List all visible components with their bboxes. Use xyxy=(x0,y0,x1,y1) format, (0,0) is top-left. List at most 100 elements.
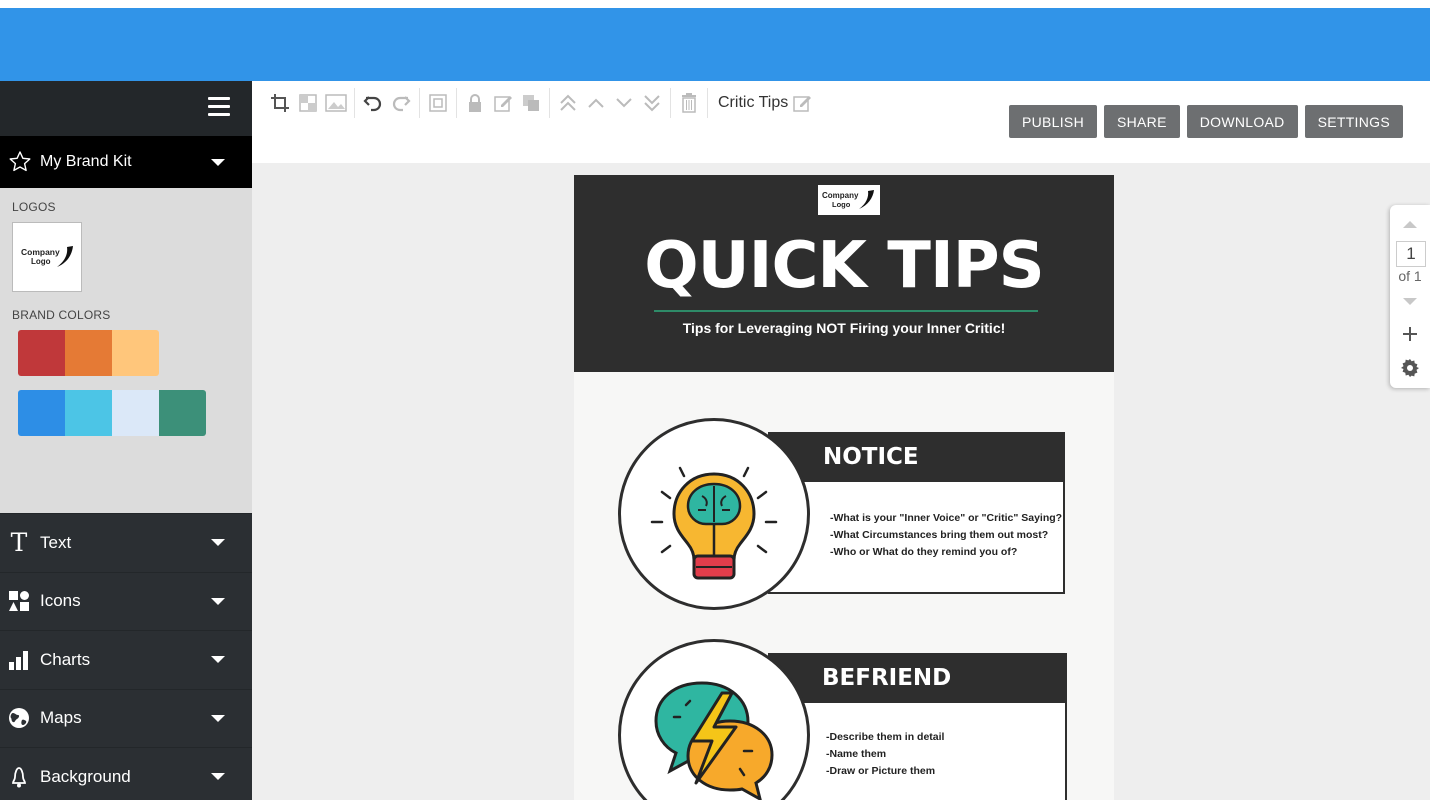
chart-icon xyxy=(8,649,30,671)
trash-icon[interactable] xyxy=(675,91,703,115)
group-icon[interactable] xyxy=(424,91,452,115)
sidebar: My Brand Kit LOGOS Company Logo BRAND CO… xyxy=(0,81,252,800)
chevron-down-icon xyxy=(211,656,225,664)
color-swatch[interactable] xyxy=(65,330,112,376)
publish-button[interactable]: PUBLISH xyxy=(1008,105,1097,138)
top-white-strip xyxy=(0,0,1430,8)
send-backward-icon[interactable] xyxy=(610,91,638,115)
editor-toolbar: Critic Tips PUBLISH SHARE DOWNLOAD SETTI… xyxy=(252,81,1430,163)
logos-label: LOGOS xyxy=(12,200,56,214)
toolbar-separator xyxy=(354,88,355,118)
toolbar-separator xyxy=(419,88,420,118)
sidebar-item-label: Maps xyxy=(40,708,82,728)
tool-icons-group: Critic Tips xyxy=(266,88,816,118)
color-swatch[interactable] xyxy=(65,390,112,436)
company-logo: Company Logo xyxy=(21,246,73,267)
tip-heading[interactable]: NOTICE xyxy=(768,432,1065,482)
tip-card-notice[interactable]: NOTICE -What is your "Inner Voice" or "C… xyxy=(618,418,1068,618)
app-header-bar xyxy=(0,8,1430,81)
brand-colors-row-1 xyxy=(18,330,159,376)
color-swatch[interactable] xyxy=(18,330,65,376)
toolbar-separator xyxy=(456,88,457,118)
gear-icon[interactable] xyxy=(1401,359,1419,377)
infographic-page[interactable]: Company Logo QUICK TIPS Tips for Leverag… xyxy=(574,175,1114,800)
tip-body[interactable]: -Describe them in detail -Name them -Dra… xyxy=(768,703,1067,800)
sidebar-item-label: Icons xyxy=(40,591,81,611)
chevron-down-icon xyxy=(211,773,225,781)
speech-bubbles-lightning-icon xyxy=(654,681,774,800)
sidebar-header xyxy=(0,81,252,136)
tip-heading[interactable]: BEFRIEND xyxy=(768,653,1067,703)
toolbar-separator xyxy=(670,88,671,118)
bring-forward-icon[interactable] xyxy=(582,91,610,115)
infographic-header[interactable]: Company Logo QUICK TIPS Tips for Leverag… xyxy=(574,175,1114,372)
star-icon xyxy=(9,151,31,172)
color-swatch[interactable] xyxy=(18,390,65,436)
color-swatch[interactable] xyxy=(112,390,159,436)
page-number-input[interactable]: 1 xyxy=(1396,241,1426,267)
page-count: of 1 xyxy=(1398,268,1422,284)
download-button[interactable]: DOWNLOAD xyxy=(1186,105,1298,138)
bucket-icon xyxy=(8,766,30,788)
redo-icon[interactable] xyxy=(387,91,415,115)
hamburger-menu-icon[interactable] xyxy=(208,97,230,117)
lock-icon[interactable] xyxy=(461,91,489,115)
tip-illustration[interactable] xyxy=(618,418,810,610)
sidebar-item-background[interactable]: Background xyxy=(0,747,252,806)
duplicate-icon[interactable] xyxy=(517,91,545,115)
tip-card-befriend[interactable]: BEFRIEND -Describe them in detail -Name … xyxy=(618,639,1068,800)
brand-kit-label: My Brand Kit xyxy=(40,153,132,170)
brand-kit-toggle[interactable]: My Brand Kit xyxy=(0,136,252,188)
tip-line: -Name them xyxy=(826,748,887,760)
lightbulb-brain-icon xyxy=(650,466,778,580)
chevron-down-icon xyxy=(211,158,225,166)
svg-text:Company: Company xyxy=(822,191,859,200)
chevron-down-icon xyxy=(211,597,225,605)
sidebar-item-text[interactable]: T Text xyxy=(0,513,252,572)
toolbar-separator xyxy=(707,88,708,118)
brand-colors-row-2 xyxy=(18,390,206,436)
title-underline xyxy=(654,310,1038,312)
sidebar-item-icons[interactable]: Icons xyxy=(0,571,252,631)
color-swatch[interactable] xyxy=(159,390,206,436)
sidebar-item-charts[interactable]: Charts xyxy=(0,630,252,689)
bring-to-front-icon[interactable] xyxy=(554,91,582,115)
tip-line: -Draw or Picture them xyxy=(826,765,936,777)
infographic-subtitle[interactable]: Tips for Leveraging NOT Firing your Inne… xyxy=(574,320,1114,336)
add-page-icon[interactable] xyxy=(1402,326,1418,342)
sidebar-item-label: Charts xyxy=(40,649,91,669)
chevron-down-icon xyxy=(211,539,225,547)
transparency-icon[interactable] xyxy=(294,91,322,115)
brand-logo-thumbnail[interactable]: Company Logo xyxy=(12,222,82,292)
brand-colors-label: BRAND COLORS xyxy=(12,308,111,322)
toolbar-separator xyxy=(549,88,550,118)
page-navigator: 1 of 1 xyxy=(1390,205,1430,388)
infographic-title[interactable]: QUICK TIPS xyxy=(574,229,1114,303)
page-up-icon[interactable] xyxy=(1403,219,1417,229)
icons-icon xyxy=(8,590,30,612)
text-icon: T xyxy=(10,528,28,558)
globe-icon xyxy=(8,707,30,729)
action-buttons: PUBLISH SHARE DOWNLOAD SETTINGS xyxy=(1008,105,1403,138)
document-title[interactable]: Critic Tips xyxy=(718,94,788,112)
edit-icon[interactable] xyxy=(489,91,517,115)
tip-body[interactable]: -What is your "Inner Voice" or "Critic" … xyxy=(768,482,1065,594)
svg-text:Logo: Logo xyxy=(832,200,851,209)
svg-text:Logo: Logo xyxy=(31,257,51,266)
page-down-icon[interactable] xyxy=(1403,297,1417,307)
sidebar-item-label: Text xyxy=(40,532,72,552)
tip-line: -What Circumstances bring them out most? xyxy=(830,529,1049,541)
undo-icon[interactable] xyxy=(359,91,387,115)
color-swatch[interactable] xyxy=(112,330,159,376)
brand-kit-panel: LOGOS Company Logo BRAND COLORS xyxy=(0,188,252,513)
infographic-logo[interactable]: Company Logo xyxy=(818,185,880,215)
sidebar-item-maps[interactable]: Maps xyxy=(0,688,252,748)
sidebar-item-label: Background xyxy=(40,766,131,786)
edit-title-icon[interactable] xyxy=(788,91,816,115)
image-icon[interactable] xyxy=(322,91,350,115)
tip-line: -What is your "Inner Voice" or "Critic" … xyxy=(830,512,1063,524)
crop-icon[interactable] xyxy=(266,91,294,115)
share-button[interactable]: SHARE xyxy=(1103,105,1180,138)
send-to-back-icon[interactable] xyxy=(638,91,666,115)
settings-button[interactable]: SETTINGS xyxy=(1304,105,1403,138)
